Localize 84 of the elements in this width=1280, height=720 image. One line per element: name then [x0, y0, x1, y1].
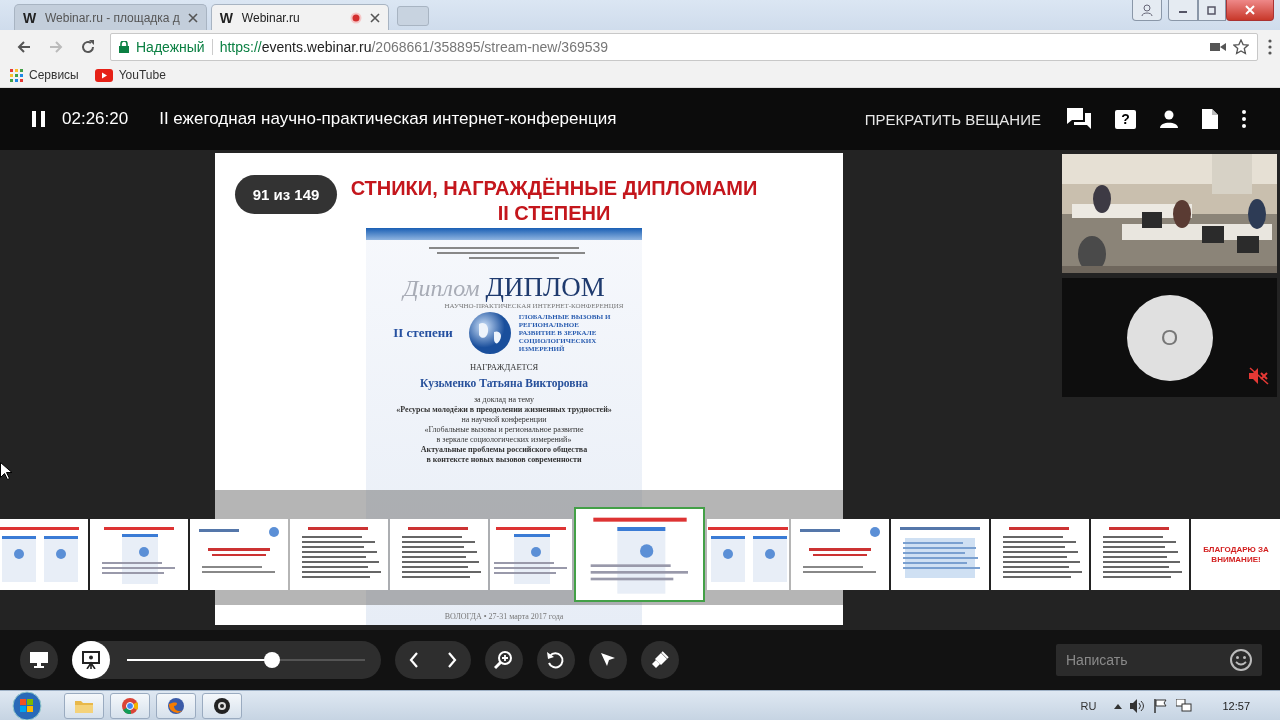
diploma-text-line: за доклад на тему — [473, 395, 535, 405]
profile-button[interactable] — [1132, 0, 1162, 21]
star-icon[interactable] — [1233, 38, 1249, 55]
close-button[interactable] — [1226, 0, 1274, 21]
stop-broadcast-button[interactable]: ПРЕКРАТИТЬ ВЕЩАНИЕ — [864, 110, 1041, 128]
cursor-icon — [0, 462, 12, 480]
apps-grid-icon — [10, 68, 23, 82]
screen-share-button[interactable] — [20, 641, 58, 679]
diploma-text-line: «Глобальные вызовы и региональное развитие — [424, 425, 584, 435]
maximize-button[interactable] — [1198, 0, 1226, 21]
presentation-board-icon[interactable] — [82, 651, 100, 669]
diploma-heading: ДИПЛОМ — [485, 273, 605, 301]
up-arrow-icon[interactable] — [1114, 702, 1123, 709]
menu-icon[interactable] — [1268, 38, 1272, 55]
browser-icon[interactable] — [122, 697, 138, 714]
pause-icon[interactable] — [32, 111, 46, 127]
previous-icon[interactable] — [409, 652, 419, 668]
slide-thumbnail[interactable]: БЛАГОДАРЮ ЗА ВНИМАНИЕ! — [1191, 519, 1280, 590]
diploma-text-line: на научной конференции — [461, 415, 547, 425]
thumbnail-caption: БЛАГОДАРЮ ЗА ВНИМАНИЕ! — [1202, 544, 1270, 565]
security-label: Надежный — [136, 38, 205, 55]
chat-input-field[interactable]: Написать — [1056, 644, 1262, 676]
browser-tab[interactable]: W Webinar.ru - площадка д — [14, 4, 207, 30]
network-icon[interactable] — [1176, 698, 1193, 713]
browser-tab[interactable]: W Webinar.ru — [210, 4, 389, 30]
browser-app-button[interactable] — [110, 692, 150, 719]
degree-text: II степени — [393, 325, 453, 341]
favicon: W — [219, 9, 234, 26]
rotate-button[interactable] — [537, 641, 575, 679]
pointer-button[interactable] — [589, 641, 627, 679]
globe-app-button[interactable] — [156, 692, 196, 719]
flag-icon[interactable] — [1154, 698, 1169, 713]
slider-handle[interactable] — [264, 652, 281, 668]
script-heading: Диплом — [403, 275, 480, 301]
presentation-button[interactable] — [72, 641, 110, 679]
close-icon[interactable] — [369, 12, 380, 23]
diploma-text-line: в контексте новых вызовов современности — [426, 455, 582, 465]
pointer-icon[interactable] — [600, 652, 616, 668]
participant-avatar: O — [1126, 294, 1213, 381]
brush-button[interactable] — [641, 641, 679, 679]
webinar-title: II ежегодная научно-практическая интернет-конференция — [159, 109, 618, 129]
disc-app-button[interactable] — [202, 692, 242, 719]
minimize-button[interactable] — [1168, 0, 1198, 21]
speaker-icon[interactable] — [1130, 698, 1147, 713]
clock: 12:57 — [1222, 699, 1250, 712]
language-indicator: RU — [1080, 699, 1097, 712]
url-text: https://events.webinar.ru/2068661/358895/stream-new/369539 — [219, 38, 609, 55]
monitor-icon[interactable] — [30, 652, 48, 668]
rotate-icon[interactable] — [546, 650, 566, 670]
recipient-name: Кузьменко Татьяна Викторовна — [420, 377, 588, 389]
diploma-text-line: Актуальные проблемы российского общества — [420, 445, 588, 455]
maximize-icon[interactable] — [1207, 4, 1217, 15]
reload-icon[interactable] — [80, 38, 96, 55]
diploma-text-line: «Ресурсы молодёжи в преодолении жизненных трудностей» — [396, 405, 612, 415]
brush-icon[interactable] — [651, 651, 669, 669]
slide-counter: 91 из 149 — [235, 175, 337, 214]
slide-title-line: СТНИКИ, НАГРАЖДЁННЫЕ ДИПЛОМАМИ — [350, 177, 758, 199]
disc-icon[interactable] — [214, 697, 230, 714]
slide-title-line: II СТЕПЕНИ — [497, 202, 611, 224]
play-icon — [94, 68, 113, 82]
diploma-footer: ВОЛОГДА • 27-31 марта 2017 года — [444, 612, 564, 621]
globe-icon — [468, 312, 511, 354]
awarded-label: НАГРАЖДАЕТСЯ — [469, 362, 539, 372]
next-icon[interactable] — [447, 652, 457, 668]
bookmark[interactable]: YouTube — [94, 68, 166, 82]
zoom-in-button[interactable] — [485, 641, 523, 679]
lock-icon — [119, 40, 129, 53]
person-icon[interactable] — [1160, 110, 1178, 128]
document-icon[interactable] — [1202, 109, 1218, 129]
favicon: W — [23, 9, 37, 26]
close-icon[interactable] — [187, 12, 198, 23]
globe-icon[interactable] — [168, 697, 184, 714]
help-button[interactable]: ? — [1115, 109, 1136, 129]
address-bar[interactable]: Надежный https://events.webinar.ru/2068661/358895/stream-new/369539 — [110, 32, 1258, 61]
diploma-text-line: в зеркале социологических измерений» — [436, 435, 572, 445]
stream-time: 02:26:20 — [62, 109, 129, 129]
chat-icon[interactable] — [1067, 108, 1091, 130]
camera-icon[interactable] — [1210, 40, 1226, 53]
muted-speaker-icon[interactable] — [1249, 367, 1269, 385]
more-icon[interactable] — [1242, 110, 1246, 128]
emoji-icon[interactable] — [1230, 649, 1252, 671]
bookmark[interactable]: Сервисы — [10, 68, 79, 82]
zoom-in-icon[interactable] — [494, 650, 514, 670]
back-icon[interactable] — [16, 38, 32, 55]
